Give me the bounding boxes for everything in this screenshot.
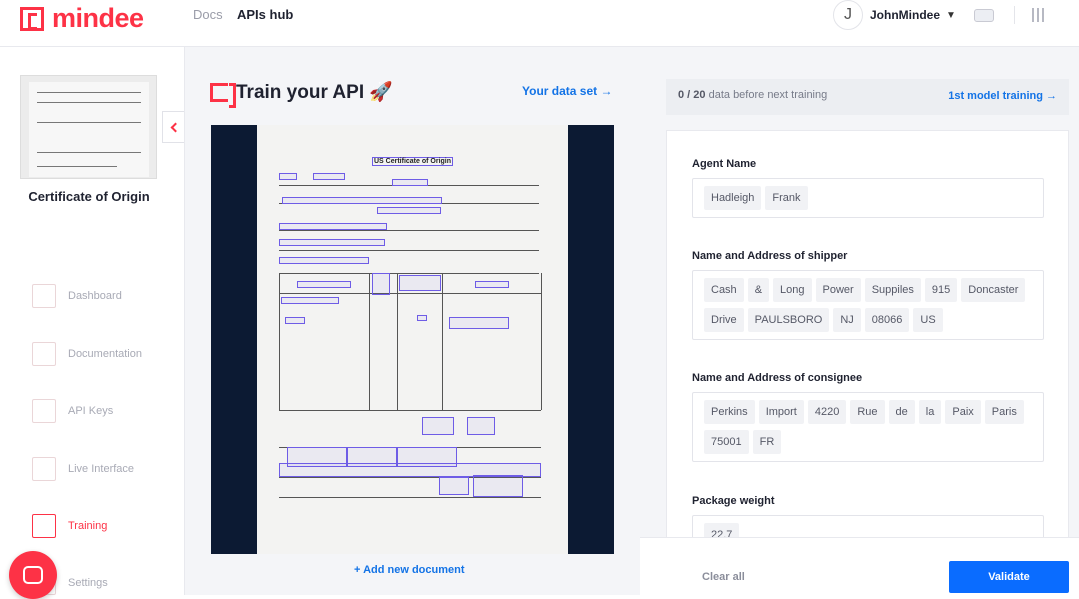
sidebar-item-api-keys[interactable]: API Keys: [32, 399, 113, 423]
document-heading: US Certificate of Origin: [372, 157, 454, 166]
value-chip[interactable]: US: [913, 308, 943, 332]
document-page: US Certificate of Origin: [257, 125, 568, 554]
nav-docs[interactable]: Docs: [193, 7, 223, 22]
field-label: Name and Address of consignee: [692, 372, 863, 384]
value-chip[interactable]: Hadleigh: [704, 186, 762, 210]
user-menu[interactable]: J JohnMindee ▼: [833, 0, 956, 30]
sidebar-item-dashboard[interactable]: Dashboard: [32, 284, 122, 308]
nav-apis-hub[interactable]: APIs hub: [237, 7, 293, 22]
keyboard-icon[interactable]: [974, 9, 994, 22]
document-preview[interactable]: US Certificate of Origin: [211, 125, 614, 554]
field-value-box[interactable]: Cash & Long Power Suppiles 915 Doncaster…: [692, 270, 1044, 340]
action-bar: Clear all Validate: [640, 537, 1079, 595]
validate-button[interactable]: Validate: [949, 561, 1069, 593]
mindee-logo-icon: [20, 6, 44, 31]
value-chip[interactable]: Drive: [704, 308, 744, 332]
field-shipper: Name and Address of shipper Cash & Long …: [692, 250, 1044, 340]
dashboard-icon: [32, 284, 56, 308]
add-new-document-link[interactable]: + Add new document: [354, 564, 465, 576]
user-name: JohnMindee: [870, 8, 941, 22]
your-data-set-link[interactable]: Your data set →: [522, 84, 612, 98]
field-label: Agent Name: [692, 158, 757, 170]
first-model-training-link[interactable]: 1st model training →: [948, 90, 1057, 102]
chat-icon: [23, 566, 43, 584]
chevron-down-icon: ▼: [946, 9, 956, 21]
value-chip[interactable]: Suppiles: [864, 278, 921, 302]
document-thumbnail: [20, 75, 157, 179]
live-interface-icon: [32, 457, 56, 481]
divider: [1014, 6, 1015, 24]
chat-support-button[interactable]: [9, 551, 57, 599]
value-chip[interactable]: de: [888, 400, 915, 424]
clear-all-button[interactable]: Clear all: [702, 571, 745, 583]
field-value-box[interactable]: Perkins Import 4220 Rue de la Paix Paris…: [692, 392, 1044, 462]
value-chip[interactable]: la: [918, 400, 942, 424]
value-chip[interactable]: Cash: [704, 278, 744, 302]
value-chip[interactable]: 4220: [807, 400, 847, 424]
annotation-panel: 0 / 20 data before next training 1st mod…: [640, 47, 1079, 595]
value-chip[interactable]: Rue: [850, 400, 885, 424]
training-icon: [32, 514, 56, 538]
field-package-weight: Package weight 22.7: [692, 495, 1044, 539]
value-chip[interactable]: Long: [773, 278, 812, 302]
field-label: Name and Address of shipper: [692, 250, 848, 262]
value-chip[interactable]: FR: [752, 430, 782, 454]
documentation-icon: [32, 342, 56, 366]
page-title: Train your API 🚀: [210, 80, 394, 108]
value-chip[interactable]: Perkins: [704, 400, 755, 424]
training-progress-text: 0 / 20 data before next training: [678, 89, 827, 101]
mindee-mark-icon: [210, 82, 236, 108]
top-bar: mindee Docs APIs hub J JohnMindee ▼: [0, 0, 1079, 47]
field-consignee: Name and Address of consignee Perkins Im…: [692, 372, 1044, 462]
sidebar-item-label: API Keys: [68, 405, 114, 417]
sidebar-item-documentation[interactable]: Documentation: [32, 342, 142, 366]
value-chip[interactable]: Paris: [984, 400, 1024, 424]
value-chip[interactable]: Frank: [765, 186, 808, 210]
sidebar-item-live-interface[interactable]: Live Interface: [32, 457, 134, 481]
sidebar-item-training[interactable]: Training: [32, 514, 107, 538]
collapse-sidebar-button[interactable]: [162, 111, 184, 143]
chevron-left-icon: [170, 122, 180, 132]
value-chip[interactable]: Paix: [945, 400, 981, 424]
sidebar-item-label: Settings: [68, 577, 108, 589]
value-chip[interactable]: 75001: [704, 430, 749, 454]
value-chip[interactable]: NJ: [833, 308, 861, 332]
sidebar-item-label: Training: [68, 520, 108, 532]
value-chip[interactable]: Power: [815, 278, 861, 302]
progress-total: 20: [693, 89, 706, 101]
value-chip[interactable]: &: [747, 278, 770, 302]
project-title: Certificate of Origin: [28, 189, 150, 204]
brand-name: mindee: [52, 3, 144, 33]
field-agent-name: Agent Name Hadleigh Frank: [692, 158, 1044, 218]
value-chip[interactable]: 08066: [864, 308, 910, 332]
progress-separator: /: [684, 89, 694, 101]
value-chip[interactable]: Import: [758, 400, 804, 424]
field-label: Package weight: [692, 495, 775, 507]
sidebar-item-label: Documentation: [68, 348, 142, 360]
sidebar-item-label: Live Interface: [68, 463, 135, 475]
progress-suffix: data before next training: [705, 89, 828, 101]
sliders-icon[interactable]: [1030, 8, 1046, 22]
page-title-text: Train your API 🚀: [236, 82, 394, 103]
value-chip[interactable]: PAULSBORO: [747, 308, 830, 332]
mindee-logo[interactable]: mindee: [20, 3, 144, 34]
sidebar-item-label: Dashboard: [68, 290, 122, 302]
training-progress: 0 / 20 data before next training 1st mod…: [666, 79, 1069, 115]
value-chip[interactable]: Doncaster: [961, 278, 1026, 302]
field-value-box[interactable]: Hadleigh Frank: [692, 178, 1044, 218]
sidebar: Certificate of Origin Dashboard Document…: [0, 47, 185, 595]
avatar: J: [833, 0, 863, 30]
value-chip[interactable]: 915: [924, 278, 958, 302]
lock-icon: [32, 399, 56, 423]
annotation-form: Agent Name Hadleigh Frank Name and Addre…: [666, 130, 1069, 540]
document-viewer-panel: Train your API 🚀 Your data set → US Cert…: [185, 47, 640, 595]
